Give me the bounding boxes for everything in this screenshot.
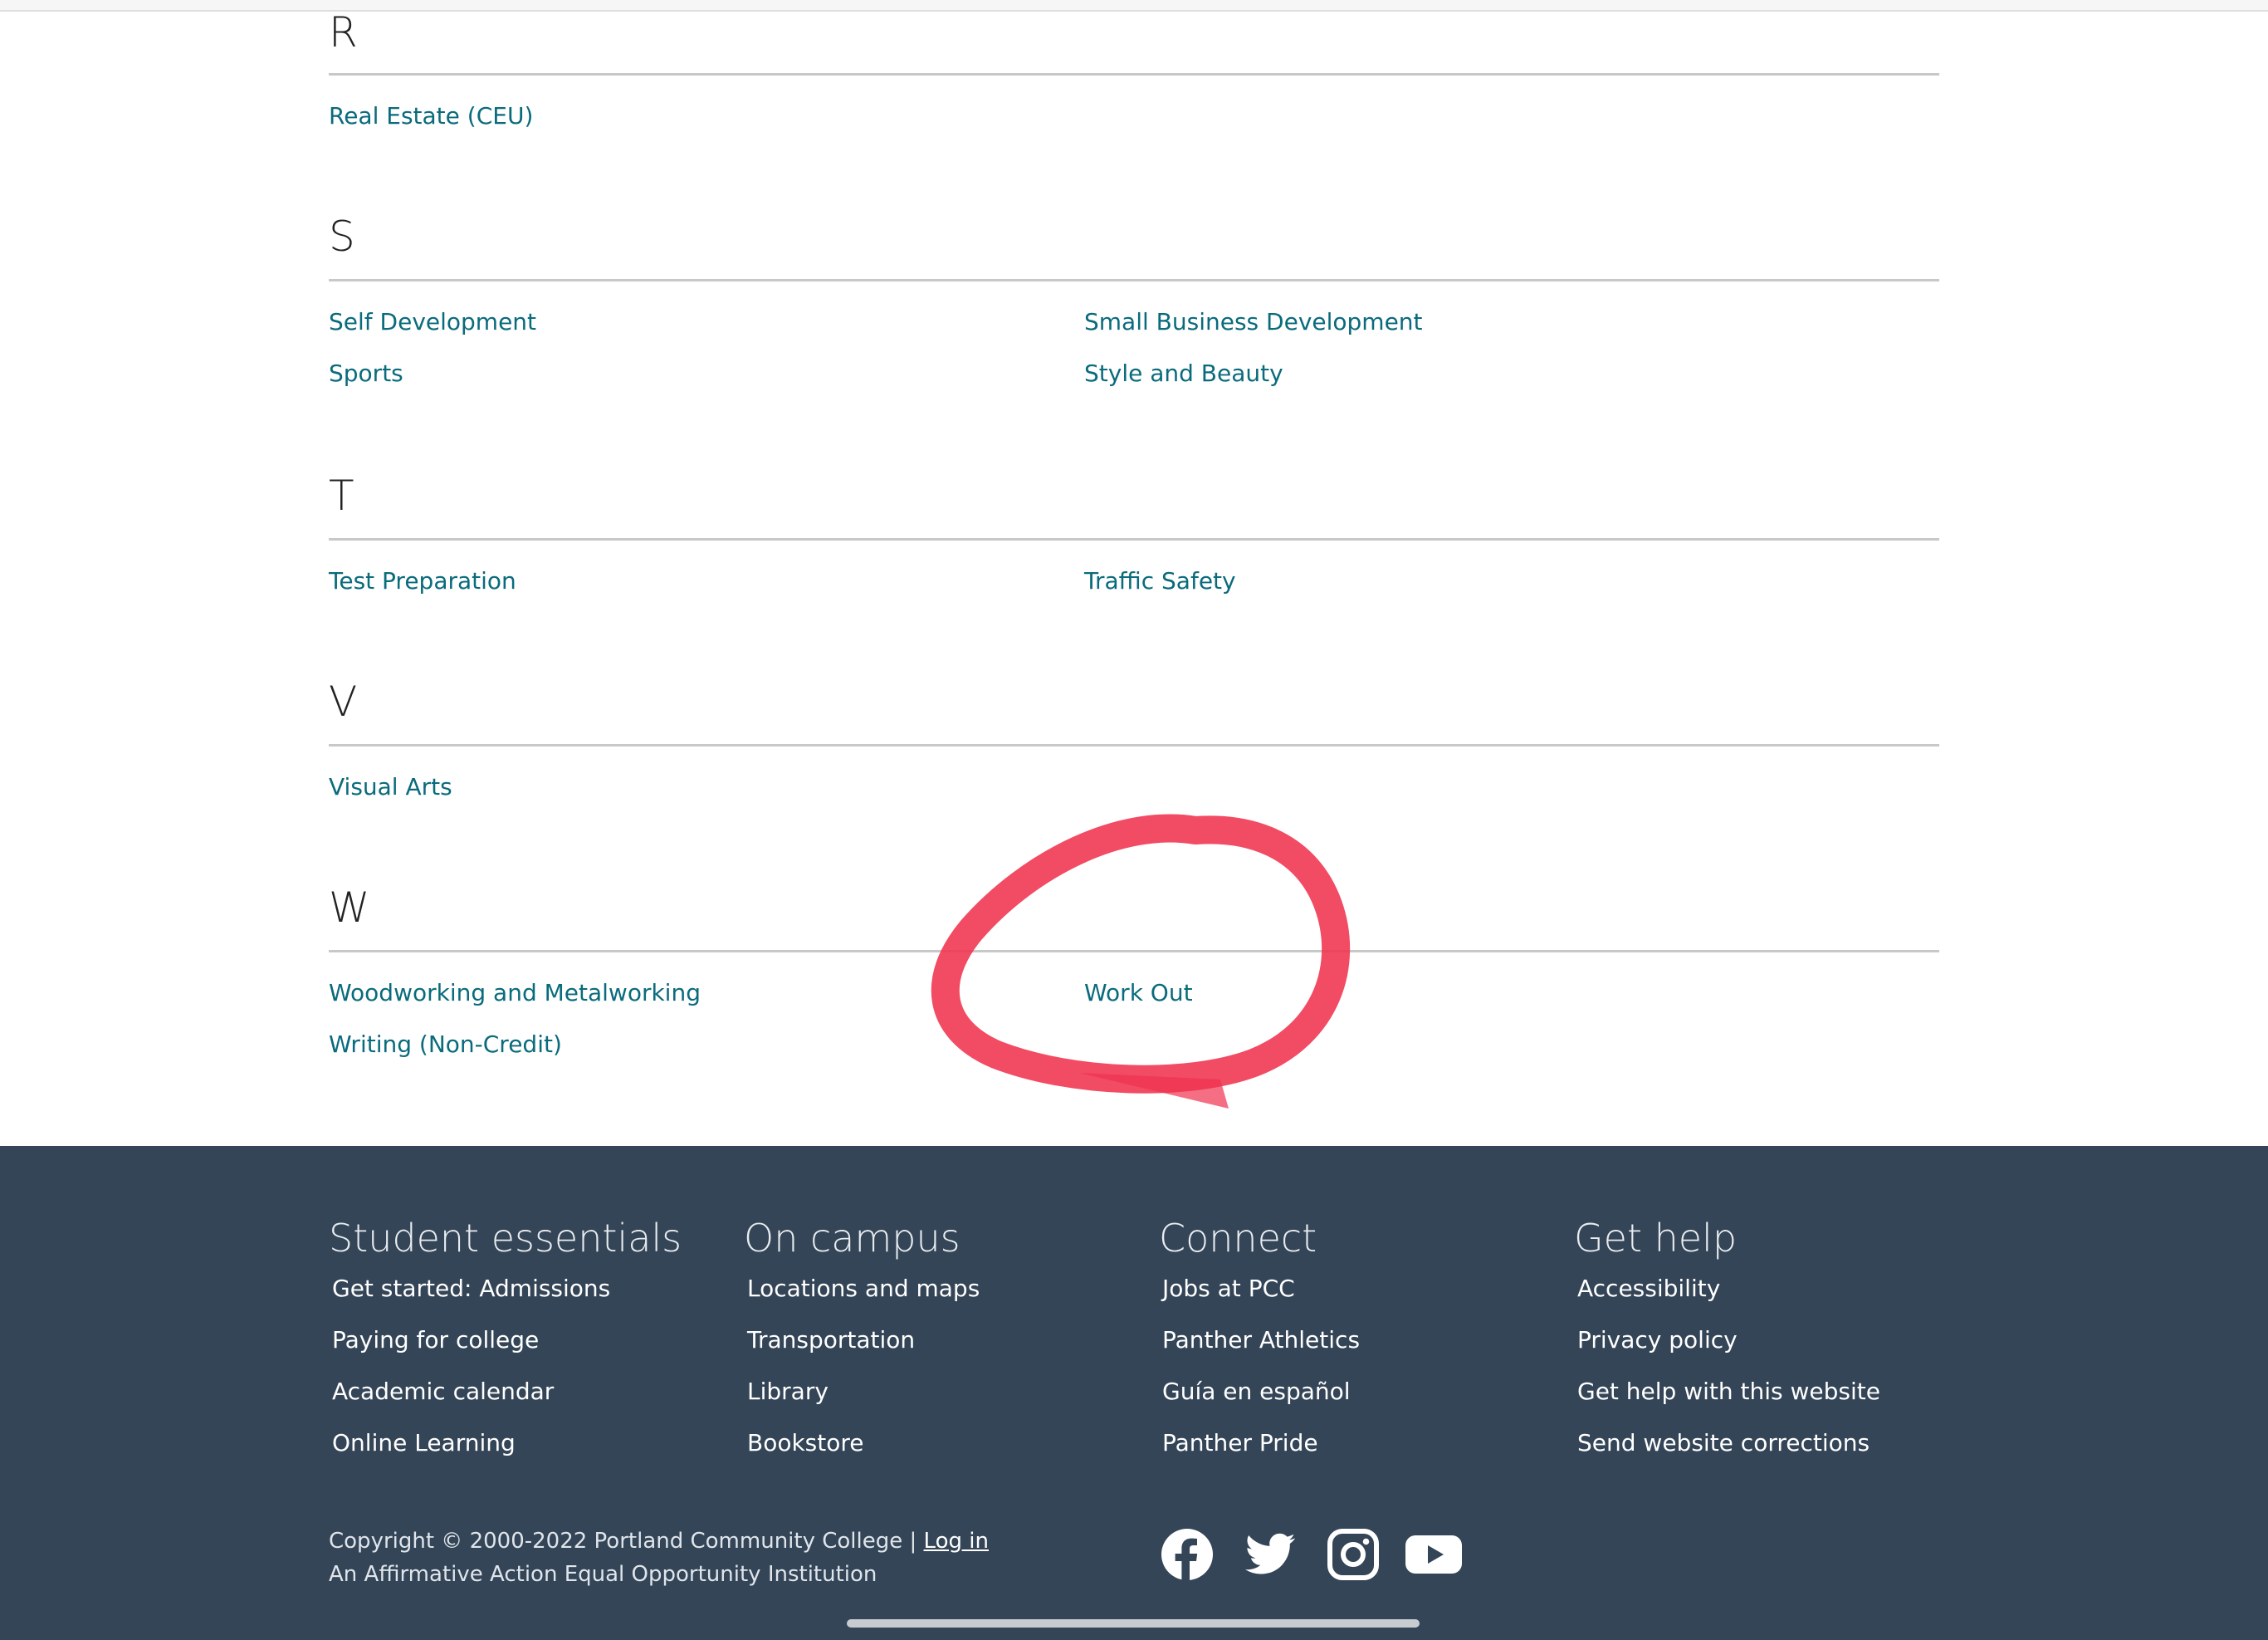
footer-link[interactable]: Guía en español [1162, 1380, 1351, 1403]
section-letter: S [329, 213, 355, 261]
link-work-out[interactable]: Work Out [1084, 982, 1193, 1005]
link-traffic-safety[interactable]: Traffic Safety [1084, 570, 1236, 593]
footer-link[interactable]: Get help with this website [1577, 1380, 1880, 1403]
link-real-estate[interactable]: Real Estate (CEU) [329, 105, 533, 128]
footer-link[interactable]: Academic calendar [332, 1380, 554, 1403]
footer-link[interactable]: Bookstore [747, 1432, 864, 1455]
footer-link[interactable]: Paying for college [332, 1329, 539, 1352]
instagram-icon[interactable] [1327, 1528, 1380, 1581]
section-divider [329, 73, 1939, 76]
section-divider [329, 950, 1939, 952]
footer-col-connect: Connect Jobs at PCC Panther Athletics Gu… [1159, 1216, 1360, 1455]
footer-link[interactable]: Locations and maps [747, 1277, 980, 1300]
link-visual-arts[interactable]: Visual Arts [329, 776, 452, 799]
section-divider [329, 279, 1939, 281]
link-test-preparation[interactable]: Test Preparation [329, 570, 516, 593]
footer-link[interactable]: Panther Pride [1162, 1432, 1318, 1455]
facebook-icon[interactable] [1161, 1528, 1214, 1581]
copyright-text: Copyright © 2000-2022 Portland Community… [329, 1529, 917, 1554]
section-divider [329, 538, 1939, 541]
link-self-development[interactable]: Self Development [329, 311, 536, 334]
footer-link[interactable]: Panther Athletics [1162, 1329, 1360, 1352]
footer-col-student-essentials: Student essentials Get started: Admissio… [329, 1216, 682, 1455]
section-letter: R [329, 8, 358, 56]
footer-col-on-campus: On campus Locations and maps Transportat… [744, 1216, 980, 1455]
youtube-icon[interactable] [1405, 1528, 1463, 1581]
footer-heading: Connect [1159, 1216, 1317, 1261]
section-letter: W [329, 884, 370, 932]
footer-link[interactable]: Get started: Admissions [332, 1277, 610, 1300]
login-link[interactable]: Log in [924, 1529, 989, 1554]
footer-heading: Student essentials [329, 1216, 682, 1261]
footer-link[interactable]: Privacy policy [1577, 1329, 1738, 1352]
section-letter: T [329, 472, 354, 520]
footer-heading: On campus [744, 1216, 960, 1261]
link-writing-non-credit[interactable]: Writing (Non-Credit) [329, 1033, 562, 1056]
copyright-line: Copyright © 2000-2022 Portland Community… [329, 1530, 989, 1552]
scroll-indicator[interactable] [847, 1619, 1420, 1628]
section-letter: V [329, 678, 358, 726]
link-small-business-development[interactable]: Small Business Development [1084, 311, 1423, 334]
footer-link[interactable]: Send website corrections [1577, 1432, 1870, 1455]
section-divider [329, 744, 1939, 747]
site-footer: Student essentials Get started: Admissio… [0, 1146, 2268, 1640]
footer-heading: Get help [1574, 1216, 1738, 1261]
footer-link[interactable]: Library [747, 1380, 829, 1403]
footer-col-get-help: Get help Accessibility Privacy policy Ge… [1574, 1216, 1880, 1455]
affirmative-action-text: An Affirmative Action Equal Opportunity … [329, 1562, 877, 1587]
link-style-and-beauty[interactable]: Style and Beauty [1084, 362, 1283, 385]
link-sports[interactable]: Sports [329, 362, 403, 385]
footer-link[interactable]: Transportation [747, 1329, 915, 1352]
footer-link[interactable]: Accessibility [1577, 1277, 1720, 1300]
twitter-icon[interactable] [1244, 1528, 1297, 1581]
footer-link[interactable]: Jobs at PCC [1162, 1277, 1295, 1300]
link-woodworking-metalworking[interactable]: Woodworking and Metalworking [329, 982, 701, 1005]
footer-link[interactable]: Online Learning [332, 1432, 516, 1455]
